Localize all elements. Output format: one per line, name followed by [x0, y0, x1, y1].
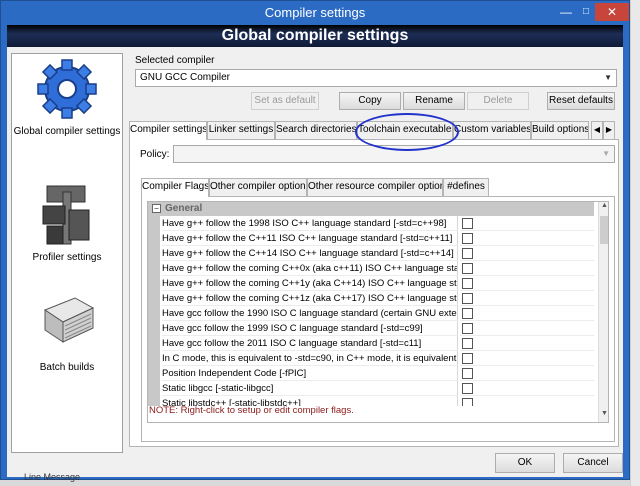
background-scrollbar	[630, 0, 640, 486]
tab-other-compiler-options[interactable]: Other compiler options	[209, 178, 307, 196]
flag-label: Have gcc follow the 2011 ISO C language …	[162, 336, 458, 351]
flag-row: Have g++ follow the C++11 ISO C++ langua…	[148, 231, 594, 246]
tab-compiler-flags[interactable]: Compiler Flags	[141, 178, 209, 197]
flag-row: Have gcc follow the 1999 ISO C language …	[148, 321, 594, 336]
flag-checkbox[interactable]	[462, 278, 473, 289]
tab-custom-variables[interactable]: Custom variables	[453, 121, 531, 139]
flag-label: Have gcc follow the 1999 ISO C language …	[162, 321, 458, 336]
copy-button[interactable]: Copy	[339, 92, 401, 110]
flag-row: Static libgcc [-static-libgcc]	[148, 381, 594, 396]
tab-build-options[interactable]: Build options	[531, 121, 589, 139]
tab-linker-settings[interactable]: Linker settings	[207, 121, 275, 139]
annotation-ellipse	[355, 113, 459, 151]
tab-scroll-right-button[interactable]: ▶	[603, 121, 615, 139]
flag-checkbox[interactable]	[462, 323, 473, 334]
category-label: Batch builds	[39, 362, 95, 373]
flag-row: Have gcc follow the 1990 ISO C language …	[148, 306, 594, 321]
title-bar[interactable]: Compiler settings — □ ✕	[1, 1, 629, 25]
flags-group-header[interactable]: – General	[148, 202, 594, 216]
batch-builds-icon	[43, 297, 95, 343]
category-label: Global compiler settings	[13, 126, 121, 137]
flag-row: Have g++ follow the 1998 ISO C++ languag…	[148, 216, 594, 231]
gear-icon	[37, 59, 97, 119]
flag-row: In C mode, this is equivalent to -std=c9…	[148, 351, 594, 366]
flag-label: In C mode, this is equivalent to -std=c9…	[162, 351, 458, 366]
scroll-down-icon[interactable]: ▼	[599, 410, 608, 422]
flag-checkbox[interactable]	[462, 353, 473, 364]
flag-row: Have g++ follow the coming C++1y (aka C+…	[148, 276, 594, 291]
delete-button[interactable]: Delete	[467, 92, 529, 110]
set-as-default-button[interactable]: Set as default	[251, 92, 319, 110]
flag-checkbox[interactable]	[462, 398, 473, 406]
flag-checkbox[interactable]	[462, 338, 473, 349]
ok-button[interactable]: OK	[495, 453, 555, 473]
tab-search-directories[interactable]: Search directories	[275, 121, 357, 139]
header-band: Global compiler settings	[7, 25, 623, 47]
flag-label: Have gcc follow the 1990 ISO C language …	[162, 306, 458, 321]
background-log-header: Line Message	[24, 472, 81, 482]
rename-button[interactable]: Rename	[403, 92, 465, 110]
collapse-icon[interactable]: –	[152, 204, 161, 213]
flags-group-label: General	[165, 203, 203, 214]
scrollbar-thumb[interactable]	[600, 216, 608, 244]
flag-row: Have g++ follow the coming C++0x (aka c+…	[148, 261, 594, 276]
flags-note: NOTE: Right-click to setup or edit compi…	[149, 405, 354, 416]
flag-label: Have g++ follow the coming C++1z (aka C+…	[162, 291, 458, 306]
close-button[interactable]: ✕	[595, 3, 629, 21]
scroll-up-icon[interactable]: ▲	[599, 202, 608, 214]
flag-checkbox[interactable]	[462, 383, 473, 394]
selected-compiler-label: Selected compiler	[135, 55, 215, 66]
flag-row: Have g++ follow the coming C++1z (aka C+…	[148, 291, 594, 306]
flag-checkbox[interactable]	[462, 308, 473, 319]
category-batch-builds[interactable]: Batch builds	[12, 290, 122, 373]
window-title: Compiler settings	[264, 5, 366, 20]
flag-row: Have g++ follow the C++14 ISO C++ langua…	[148, 246, 594, 261]
tab-scroll-left-button[interactable]: ◀	[591, 121, 603, 139]
tab-defines[interactable]: #defines	[443, 178, 489, 196]
chevron-down-icon: ▼	[602, 149, 610, 158]
flag-row: Have gcc follow the 2011 ISO C language …	[148, 336, 594, 351]
page-title: Global compiler settings	[221, 27, 409, 44]
selected-compiler-value: GNU GCC Compiler	[140, 72, 231, 83]
reset-defaults-button[interactable]: Reset defaults	[547, 92, 615, 110]
policy-label: Policy:	[140, 149, 170, 160]
settings-category-list: Global compiler settings Profiler settin…	[11, 53, 123, 453]
compiler-settings-window: Compiler settings — □ ✕ Global compiler …	[0, 0, 630, 480]
compiler-subtabs: Compiler Flags Other compiler options Ot…	[141, 178, 615, 197]
flag-label: Static libgcc [-static-libgcc]	[162, 381, 458, 396]
category-profiler-settings[interactable]: Profiler settings	[12, 182, 122, 263]
flag-checkbox[interactable]	[462, 263, 473, 274]
profiler-icon	[42, 185, 90, 245]
flag-label: Have g++ follow the C++14 ISO C++ langua…	[162, 246, 458, 261]
dialog-client: Global compiler settings Global compiler…	[7, 25, 623, 477]
flag-checkbox[interactable]	[462, 233, 473, 244]
tab-other-resource-compiler-options[interactable]: Other resource compiler options	[307, 178, 443, 196]
cancel-button[interactable]: Cancel	[563, 453, 623, 473]
flag-checkbox[interactable]	[462, 293, 473, 304]
flags-scrollbar[interactable]: ▲ ▼	[598, 202, 608, 422]
compiler-flags-grid: – General Have g++ follow the 1998 ISO C+…	[147, 201, 609, 423]
category-global-compiler-settings[interactable]: Global compiler settings	[12, 58, 122, 137]
flag-label: Have g++ follow the C++11 ISO C++ langua…	[162, 231, 458, 246]
flag-label: Position Independent Code [-fPIC]	[162, 366, 458, 381]
selected-compiler-select[interactable]: GNU GCC Compiler ▼	[135, 69, 617, 87]
flag-checkbox[interactable]	[462, 368, 473, 379]
flag-label: Have g++ follow the coming C++0x (aka c+…	[162, 261, 458, 276]
flag-checkbox[interactable]	[462, 248, 473, 259]
flag-row: Position Independent Code [-fPIC]	[148, 366, 594, 381]
flag-label: Have g++ follow the 1998 ISO C++ languag…	[162, 216, 458, 231]
category-label: Profiler settings	[32, 252, 102, 263]
tab-compiler-settings[interactable]: Compiler settings	[129, 121, 207, 140]
flag-checkbox[interactable]	[462, 218, 473, 229]
flag-label: Have g++ follow the coming C++1y (aka C+…	[162, 276, 458, 291]
chevron-down-icon: ▼	[604, 73, 612, 82]
